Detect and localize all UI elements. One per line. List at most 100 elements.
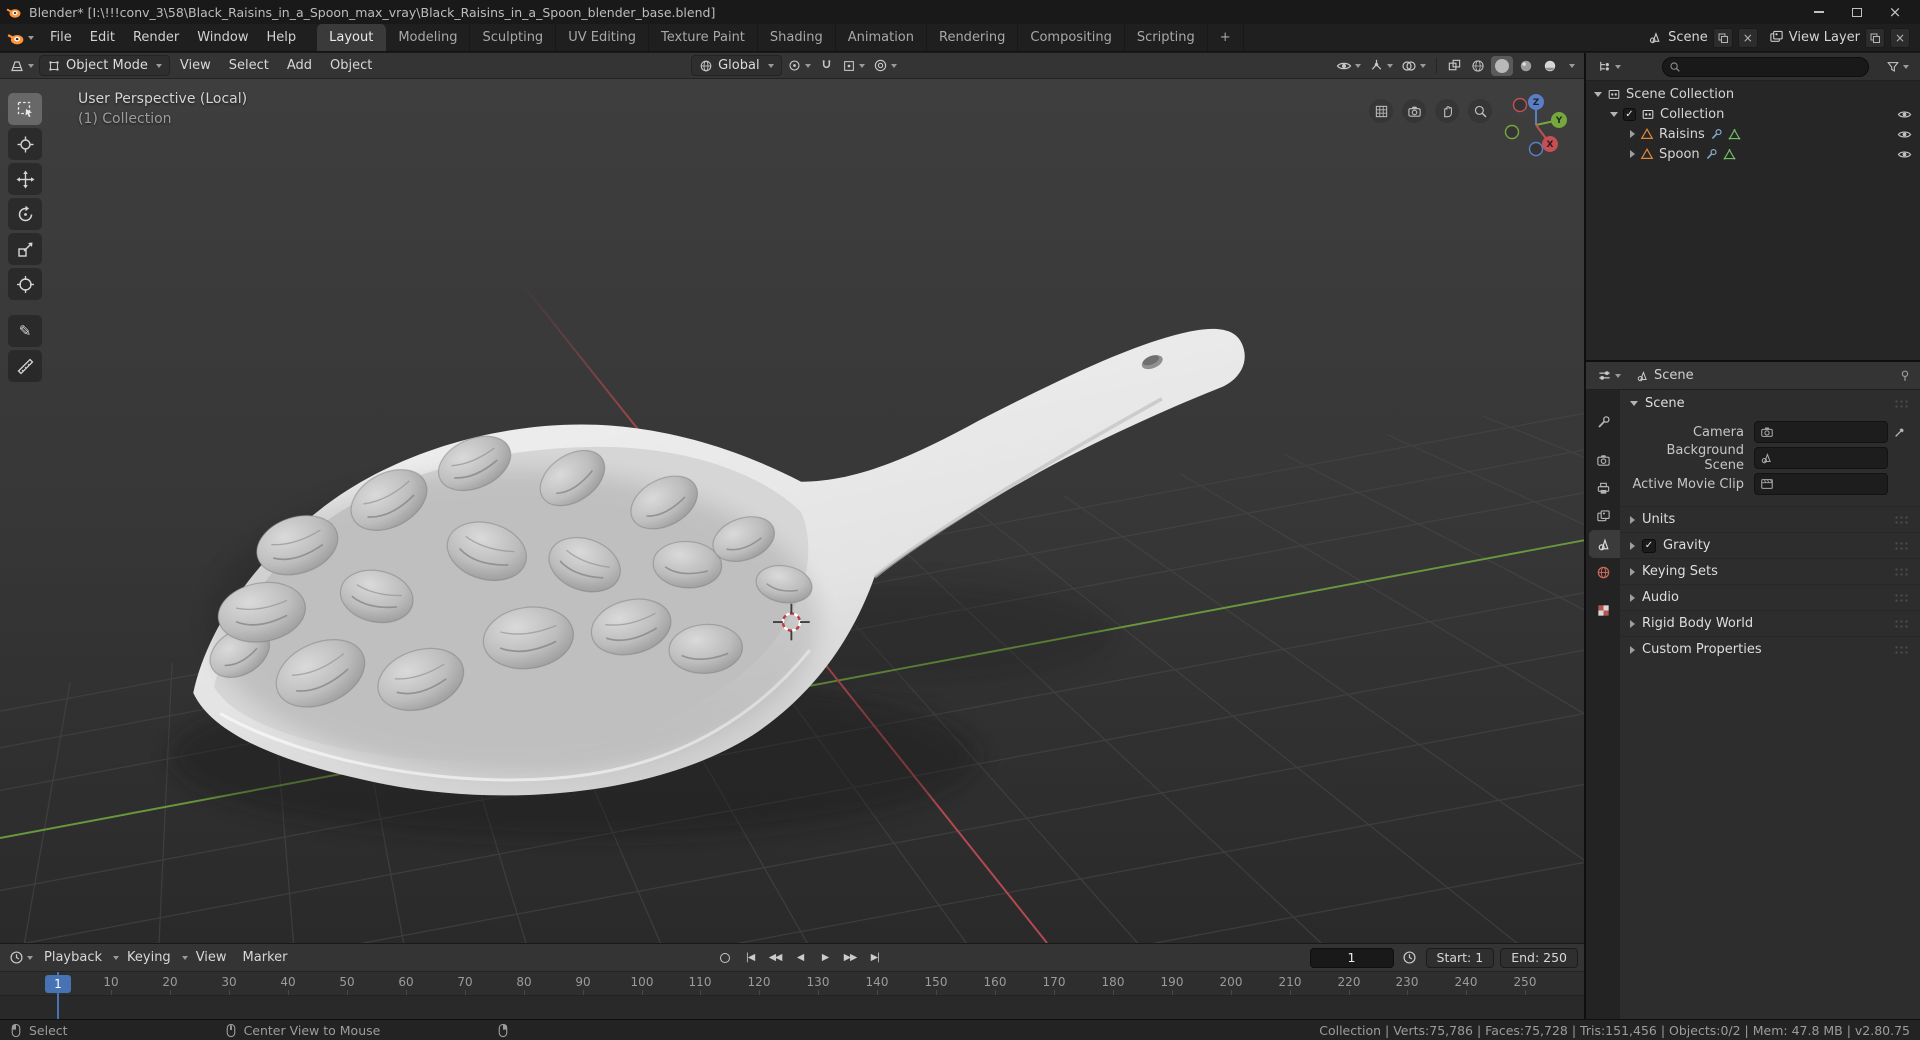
gizmo-dropdown[interactable] <box>1366 55 1396 77</box>
close-button[interactable]: × <box>1876 0 1914 24</box>
shading-material-button[interactable] <box>1515 56 1537 76</box>
outliner-row-collection[interactable]: ✓ Collection <box>1586 104 1920 124</box>
auto-keying-button[interactable] <box>714 948 737 968</box>
tab-tool[interactable] <box>1586 408 1620 436</box>
tab-texture[interactable] <box>1586 596 1620 624</box>
rotate-tool[interactable] <box>8 198 42 230</box>
zoom-view-button[interactable] <box>1468 99 1492 123</box>
eye-icon[interactable] <box>1897 107 1912 122</box>
eyedropper-icon[interactable] <box>1893 425 1907 439</box>
movie-clip-field[interactable] <box>1754 473 1888 495</box>
transform-tool[interactable] <box>8 268 42 300</box>
properties-editor-type-button[interactable] <box>1594 365 1624 387</box>
tab-texture-paint[interactable]: Texture Paint <box>649 24 758 51</box>
xray-toggle[interactable] <box>1444 55 1465 77</box>
timeline-ruler[interactable]: 10 20 30 40 50 60 70 80 90 100 110 120 1… <box>0 972 1584 996</box>
scale-tool[interactable] <box>8 233 42 265</box>
menu-view[interactable]: View <box>172 58 219 73</box>
app-menu-button[interactable] <box>0 24 41 51</box>
timeline-track-area[interactable] <box>0 996 1584 1019</box>
menu-keying[interactable]: Keying <box>119 950 179 965</box>
view-layer-selector[interactable]: View Layer × <box>1765 27 1914 48</box>
panel-grip[interactable] <box>1894 567 1910 576</box>
panel-scene[interactable]: Scene <box>1620 390 1920 416</box>
viewport-canvas[interactable] <box>0 79 1584 943</box>
tab-output[interactable] <box>1586 474 1620 502</box>
menu-select[interactable]: Select <box>221 58 277 73</box>
jump-to-start-button[interactable]: |◀ <box>739 948 762 968</box>
menu-marker[interactable]: Marker <box>235 950 296 965</box>
prev-keyframe-button[interactable]: ◀◀ <box>764 948 787 968</box>
background-scene-field[interactable] <box>1754 447 1888 469</box>
move-tool[interactable] <box>8 163 42 195</box>
pin-icon[interactable] <box>1898 369 1912 383</box>
snap-toggle[interactable] <box>816 55 837 77</box>
outliner-row-raisins[interactable]: Raisins <box>1586 124 1920 144</box>
play-reverse-button[interactable]: ◀ <box>789 948 812 968</box>
camera-field[interactable] <box>1754 421 1888 443</box>
panel-grip[interactable] <box>1894 645 1910 654</box>
tab-view-layer[interactable] <box>1586 502 1620 530</box>
menu-add[interactable]: Add <box>279 58 320 73</box>
shading-wireframe-button[interactable] <box>1467 56 1489 76</box>
end-frame-field[interactable]: End: 250 <box>1500 947 1579 968</box>
scene-selector[interactable]: Scene × <box>1644 27 1762 48</box>
menu-render[interactable]: Render <box>124 24 188 51</box>
expand-icon[interactable] <box>1594 91 1602 97</box>
panel-grip[interactable] <box>1894 593 1910 602</box>
outliner-search-input[interactable] <box>1662 56 1869 77</box>
navigation-gizmo[interactable]: Z Y X <box>1500 89 1572 161</box>
select-box-tool[interactable] <box>8 93 42 125</box>
shading-rendered-button[interactable] <box>1539 56 1561 76</box>
editor-type-button[interactable] <box>6 55 37 77</box>
shading-solid-button[interactable] <box>1491 55 1513 76</box>
outliner-editor-type-button[interactable] <box>1594 56 1624 78</box>
panel-grip[interactable] <box>1894 398 1910 408</box>
tab-compositing[interactable]: Compositing <box>1018 24 1125 51</box>
remove-view-layer-button[interactable]: × <box>1890 27 1910 48</box>
panel-rigid-body-world[interactable]: Rigid Body World <box>1620 610 1920 636</box>
panel-gravity[interactable]: ✓ Gravity <box>1620 532 1920 558</box>
playhead-frame-label[interactable]: 1 <box>45 975 71 993</box>
shading-dropdown[interactable] <box>1563 55 1578 77</box>
eye-icon[interactable] <box>1897 127 1912 142</box>
panel-keying-sets[interactable]: Keying Sets <box>1620 558 1920 584</box>
outliner-filter-button[interactable] <box>1883 56 1912 78</box>
panel-audio[interactable]: Audio <box>1620 584 1920 610</box>
snap-target-dropdown[interactable] <box>839 55 868 77</box>
tab-sculpting[interactable]: Sculpting <box>470 24 557 51</box>
tab-shading[interactable]: Shading <box>758 24 836 51</box>
menu-file[interactable]: File <box>41 24 81 51</box>
outliner-row-spoon[interactable]: Spoon <box>1586 144 1920 164</box>
tab-uv-editing[interactable]: UV Editing <box>556 24 650 51</box>
menu-tl-view[interactable]: View <box>188 950 235 965</box>
tab-scripting[interactable]: Scripting <box>1125 24 1208 51</box>
maximize-button[interactable] <box>1838 0 1876 24</box>
current-frame-field[interactable]: 1 <box>1309 947 1394 968</box>
menu-window[interactable]: Window <box>188 24 257 51</box>
play-button[interactable]: ▶ <box>814 948 837 968</box>
use-preview-range-button[interactable] <box>1399 947 1420 969</box>
menu-help[interactable]: Help <box>258 24 306 51</box>
proportional-editing-dropdown[interactable] <box>870 55 900 77</box>
overlays-dropdown[interactable] <box>1398 55 1429 77</box>
expand-icon[interactable] <box>1610 111 1618 117</box>
menu-edit[interactable]: Edit <box>81 24 124 51</box>
menu-playback[interactable]: Playback <box>36 950 110 965</box>
outliner-row-scene-collection[interactable]: Scene Collection <box>1586 84 1920 104</box>
pivot-point-dropdown[interactable] <box>784 55 814 77</box>
tab-render[interactable] <box>1586 446 1620 474</box>
menu-object[interactable]: Object <box>322 58 380 73</box>
camera-view-button[interactable] <box>1402 99 1426 123</box>
ortho-grid-button[interactable] <box>1369 99 1393 123</box>
panel-units[interactable]: Units <box>1620 506 1920 532</box>
viewport-3d[interactable]: User Perspective (Local) (1) Collection … <box>0 79 1584 943</box>
timeline-editor-type-button[interactable] <box>6 947 36 969</box>
tab-modeling[interactable]: Modeling <box>386 24 471 51</box>
panel-grip[interactable] <box>1894 541 1910 550</box>
panel-custom-properties[interactable]: Custom Properties <box>1620 636 1920 662</box>
minimize-button[interactable] <box>1800 0 1838 24</box>
visibility-dropdown[interactable] <box>1333 55 1364 77</box>
tab-animation[interactable]: Animation <box>836 24 927 51</box>
collection-checkbox[interactable]: ✓ <box>1623 107 1636 121</box>
